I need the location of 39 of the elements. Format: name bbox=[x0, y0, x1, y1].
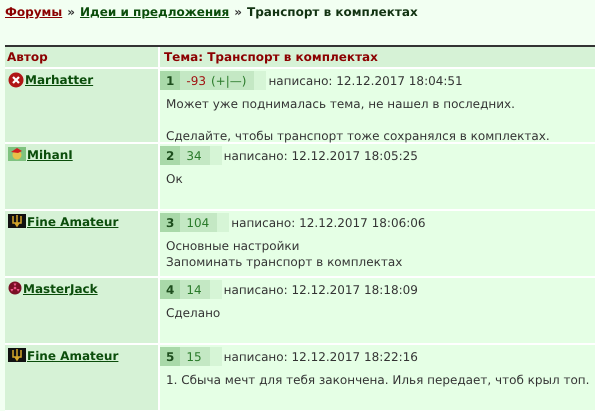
post-timestamp: написано: 12.12.2017 18:04:51 bbox=[266, 71, 595, 90]
author-link[interactable]: Fine Amateur bbox=[27, 214, 118, 230]
post-text: 1. Сбыча мечт для тебя закончена. Илья передает, чтоб крыл топ. bbox=[166, 372, 590, 388]
trident-badge-icon bbox=[8, 348, 26, 362]
post-text: Ок bbox=[166, 171, 184, 187]
post-rating: 15 bbox=[186, 348, 202, 366]
gift-badge-icon bbox=[8, 147, 26, 161]
post-number[interactable]: 4 bbox=[160, 280, 180, 299]
author-link[interactable]: Marhatter bbox=[25, 72, 94, 88]
author-link[interactable]: MihanI bbox=[27, 147, 73, 163]
post-text: Сделано bbox=[166, 305, 222, 321]
post-number[interactable]: 5 bbox=[160, 347, 180, 366]
column-header: Автор bbox=[5, 47, 160, 67]
vote-link[interactable]: (+|—) bbox=[210, 72, 246, 90]
post-text: Может уже поднималась тема, не нашел в последних. bbox=[166, 96, 516, 112]
post-number[interactable]: 3 bbox=[160, 213, 180, 232]
author-link[interactable]: MasterJack bbox=[23, 281, 98, 297]
trident-badge-icon bbox=[8, 214, 26, 228]
post-rating: 34 bbox=[186, 148, 202, 164]
post-timestamp: написано: 12.12.2017 18:06:06 bbox=[229, 213, 595, 232]
column-header: Тема: Транспорт в комплектах bbox=[160, 47, 595, 67]
post-number[interactable]: 1 bbox=[160, 71, 180, 90]
post-rating: 104 bbox=[186, 214, 210, 232]
post-number[interactable]: 2 bbox=[160, 146, 180, 165]
breadcrumb-link[interactable]: Форумы bbox=[5, 3, 62, 21]
post-timestamp: написано: 12.12.2017 18:22:16 bbox=[222, 347, 595, 366]
post-rating: -93 bbox=[186, 72, 206, 90]
post-timestamp: написано: 12.12.2017 18:05:25 bbox=[222, 146, 595, 165]
breadcrumb-separator: » bbox=[67, 4, 75, 21]
breadcrumb-separator: » bbox=[234, 4, 242, 21]
radiation-badge-icon bbox=[8, 281, 22, 295]
post-text: Сделайте, чтобы транспорт тоже сохранялся в комплектах. bbox=[166, 128, 551, 144]
post-rating: 14 bbox=[186, 282, 202, 298]
breadcrumb-link[interactable]: Идеи и предложения bbox=[80, 3, 230, 21]
author-link[interactable]: Fine Amateur bbox=[27, 348, 118, 364]
breadcrumb-current: Транспорт в комплектах bbox=[247, 4, 418, 21]
cross-badge-icon bbox=[8, 72, 24, 88]
post-timestamp: написано: 12.12.2017 18:18:09 bbox=[222, 280, 595, 299]
post-text: Основные настройки Запоминать транспорт в комплектах bbox=[166, 238, 404, 270]
